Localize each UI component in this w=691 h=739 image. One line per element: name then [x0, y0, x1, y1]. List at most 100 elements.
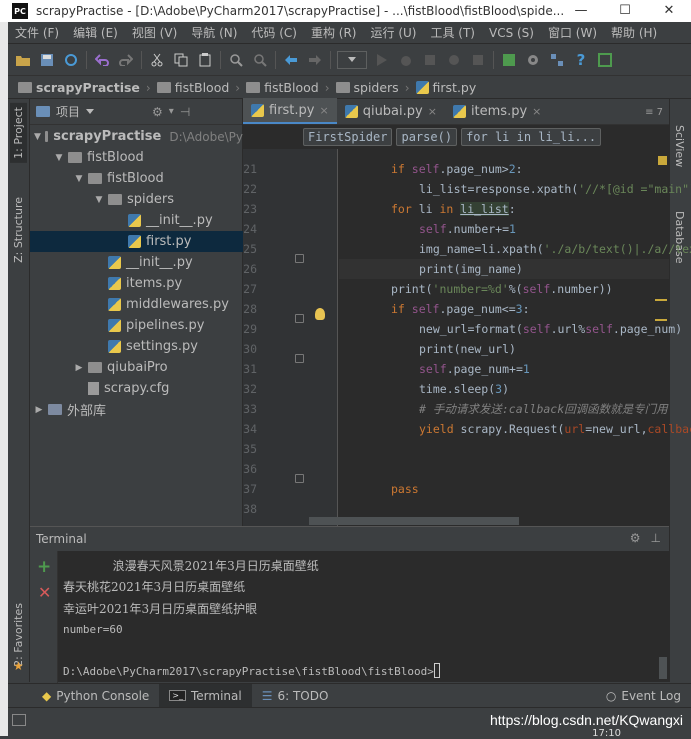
- gear-icon[interactable]: ⚙: [630, 531, 641, 545]
- tree-item[interactable]: ▶ qiubaiPro: [30, 357, 243, 378]
- breadcrumb-item-fistblood[interactable]: fistBlood: [156, 80, 229, 95]
- lightbulb-icon[interactable]: [315, 308, 325, 320]
- menu-view[interactable]: 视图 (V): [125, 24, 184, 41]
- menu-code[interactable]: 代码 (C): [244, 24, 304, 41]
- replace-icon[interactable]: [251, 51, 269, 69]
- settings-icon[interactable]: [524, 51, 542, 69]
- tree-item-label: fistBlood: [107, 171, 164, 186]
- tool-windows-icon[interactable]: [12, 714, 26, 726]
- tree-item[interactable]: settings.py: [30, 336, 243, 357]
- back-icon[interactable]: [282, 51, 300, 69]
- maximize-button[interactable]: ☐: [603, 0, 647, 22]
- tab-project[interactable]: 1: Project: [10, 103, 27, 163]
- profile-icon[interactable]: [445, 51, 463, 69]
- chevron-down-icon[interactable]: ▾: [169, 106, 174, 117]
- close-button[interactable]: ✕: [647, 0, 691, 22]
- tab-structure[interactable]: Z: Structure: [10, 193, 27, 267]
- tree-item[interactable]: ▼ fistBlood: [30, 147, 243, 168]
- menu-navigate[interactable]: 导航 (N): [184, 24, 244, 41]
- menu-vcs[interactable]: VCS (S): [482, 26, 541, 40]
- minimize-button[interactable]: —: [559, 0, 603, 22]
- tab-items-py[interactable]: items.py ×: [445, 98, 549, 124]
- tree-item[interactable]: middlewares.py: [30, 294, 243, 315]
- close-session-icon[interactable]: ✕: [38, 583, 51, 602]
- tree-item[interactable]: scrapy.cfg: [30, 378, 243, 399]
- debug-icon[interactable]: [397, 51, 415, 69]
- chevron-down-icon[interactable]: [86, 109, 95, 114]
- tab-first-py[interactable]: first.py ×: [243, 98, 337, 124]
- stop-icon[interactable]: [469, 51, 487, 69]
- gear-icon[interactable]: ⚙: [152, 105, 163, 119]
- close-icon[interactable]: ×: [428, 105, 437, 118]
- menu-help[interactable]: 帮助 (H): [604, 24, 664, 41]
- run-icon[interactable]: [373, 51, 391, 69]
- tab-terminal[interactable]: >_ Terminal: [159, 683, 252, 708]
- code-crumb-class[interactable]: FirstSpider: [303, 128, 393, 146]
- vcs-update-icon[interactable]: [500, 51, 518, 69]
- menu-run[interactable]: 运行 (U): [364, 24, 424, 41]
- fold-marker-icon[interactable]: [295, 354, 304, 363]
- project-structure-icon[interactable]: [548, 51, 566, 69]
- plugin-icon[interactable]: [596, 51, 614, 69]
- help-icon[interactable]: ?: [572, 51, 590, 69]
- fold-marker-icon[interactable]: [295, 314, 304, 323]
- event-log-button[interactable]: ○ Event Log: [596, 684, 691, 708]
- tree-item[interactable]: __init__.py: [30, 210, 243, 231]
- tree-item[interactable]: ▶ 外部库: [30, 399, 243, 420]
- close-icon[interactable]: ×: [532, 105, 541, 118]
- tab-python-console[interactable]: ◆ Python Console: [32, 684, 159, 708]
- chevron-down-icon[interactable]: ▼: [34, 132, 41, 142]
- project-panel-title[interactable]: 项目: [56, 103, 80, 120]
- hide-panel-icon[interactable]: ⊥: [651, 531, 661, 545]
- code-crumb-method[interactable]: parse(): [396, 128, 458, 146]
- tree-item[interactable]: items.py: [30, 273, 243, 294]
- open-folder-icon[interactable]: [14, 51, 32, 69]
- code-crumb-loop[interactable]: for li in li_li...: [461, 128, 602, 146]
- tab-sciview[interactable]: SciView: [673, 125, 686, 167]
- chevron-down-icon[interactable]: ▼: [54, 153, 64, 163]
- breadcrumb-item-fistblood-inner[interactable]: fistBlood: [246, 80, 319, 95]
- tree-item[interactable]: ▼ fistBlood: [30, 168, 243, 189]
- hide-panel-icon[interactable]: ⊣: [180, 105, 190, 119]
- tree-item[interactable]: first.py: [30, 231, 243, 252]
- new-session-icon[interactable]: +: [37, 557, 51, 577]
- undo-icon[interactable]: [93, 51, 111, 69]
- breadcrumb-item-project[interactable]: scrapyPractise: [18, 80, 140, 95]
- forward-icon[interactable]: [306, 51, 324, 69]
- fold-marker-icon[interactable]: [295, 474, 304, 483]
- chevron-right-icon[interactable]: ▶: [34, 405, 44, 415]
- chevron-down-icon[interactable]: ▼: [74, 174, 84, 184]
- cut-icon[interactable]: [148, 51, 166, 69]
- tab-todo[interactable]: ☰ 6: TODO: [252, 684, 339, 708]
- save-all-icon[interactable]: [38, 51, 56, 69]
- more-tabs-indicator[interactable]: ≡ 7: [645, 107, 663, 118]
- vertical-scrollbar[interactable]: [659, 657, 667, 679]
- event-log-icon: ○: [605, 688, 617, 703]
- menu-window[interactable]: 窗口 (W): [541, 24, 604, 41]
- tree-item[interactable]: __init__.py: [30, 252, 243, 273]
- tree-item[interactable]: ▼ spiders: [30, 189, 243, 210]
- menu-file[interactable]: 文件 (F): [8, 24, 66, 41]
- terminal-prompt[interactable]: D:\Adobe\PyCharm2017\scrapyPractise\fist…: [63, 663, 440, 678]
- chevron-right-icon[interactable]: ▶: [74, 363, 84, 373]
- paste-icon[interactable]: [196, 51, 214, 69]
- breadcrumb-item-spiders[interactable]: spiders: [335, 80, 399, 95]
- menu-tools[interactable]: 工具 (T): [423, 24, 482, 41]
- close-icon[interactable]: ×: [319, 104, 328, 117]
- redo-icon[interactable]: [117, 51, 135, 69]
- fold-marker-icon[interactable]: [295, 254, 304, 263]
- horizontal-scrollbar[interactable]: [309, 517, 519, 525]
- tab-qiubai-py[interactable]: qiubai.py ×: [337, 98, 445, 124]
- menu-edit[interactable]: 编辑 (E): [66, 24, 125, 41]
- tree-item[interactable]: ▼ scrapyPractise D:\Adobe\Py: [30, 126, 243, 147]
- find-icon[interactable]: [227, 51, 245, 69]
- run-config-dropdown[interactable]: [337, 50, 367, 69]
- coverage-icon[interactable]: [421, 51, 439, 69]
- breadcrumb-item-file[interactable]: first.py: [415, 80, 476, 95]
- tree-item-label: 外部库: [67, 404, 107, 419]
- chevron-down-icon[interactable]: ▼: [94, 195, 104, 205]
- copy-icon[interactable]: [172, 51, 190, 69]
- tree-item[interactable]: pipelines.py: [30, 315, 243, 336]
- sync-icon[interactable]: [62, 51, 80, 69]
- menu-refactor[interactable]: 重构 (R): [304, 24, 364, 41]
